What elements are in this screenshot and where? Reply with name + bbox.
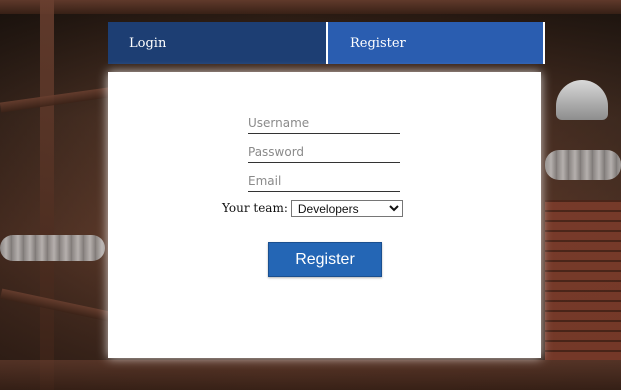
register-form-panel: Your team: Developers Register: [108, 72, 541, 358]
ceiling-beam: [0, 288, 110, 322]
password-input[interactable]: [248, 142, 400, 163]
tab-register[interactable]: Register: [326, 22, 545, 64]
ceiling-beam: [0, 87, 111, 113]
brick-wall: [545, 200, 621, 360]
auth-tabs: Login Register: [108, 22, 545, 64]
team-select[interactable]: Developers: [290, 199, 403, 217]
team-row: Your team: Developers: [222, 199, 403, 217]
floor-shadow: [0, 360, 621, 390]
tab-register-label: Register: [350, 35, 406, 51]
tab-login-label: Login: [129, 35, 167, 51]
ceiling-beam: [0, 0, 621, 14]
pendant-lamp: [556, 80, 608, 120]
register-button[interactable]: Register: [268, 242, 382, 277]
support-column: [40, 0, 54, 390]
air-duct: [0, 235, 105, 261]
email-input[interactable]: [248, 171, 400, 192]
air-duct: [545, 150, 621, 180]
team-label: Your team:: [222, 201, 288, 215]
tab-login[interactable]: Login: [108, 22, 326, 64]
username-input[interactable]: [248, 113, 400, 134]
